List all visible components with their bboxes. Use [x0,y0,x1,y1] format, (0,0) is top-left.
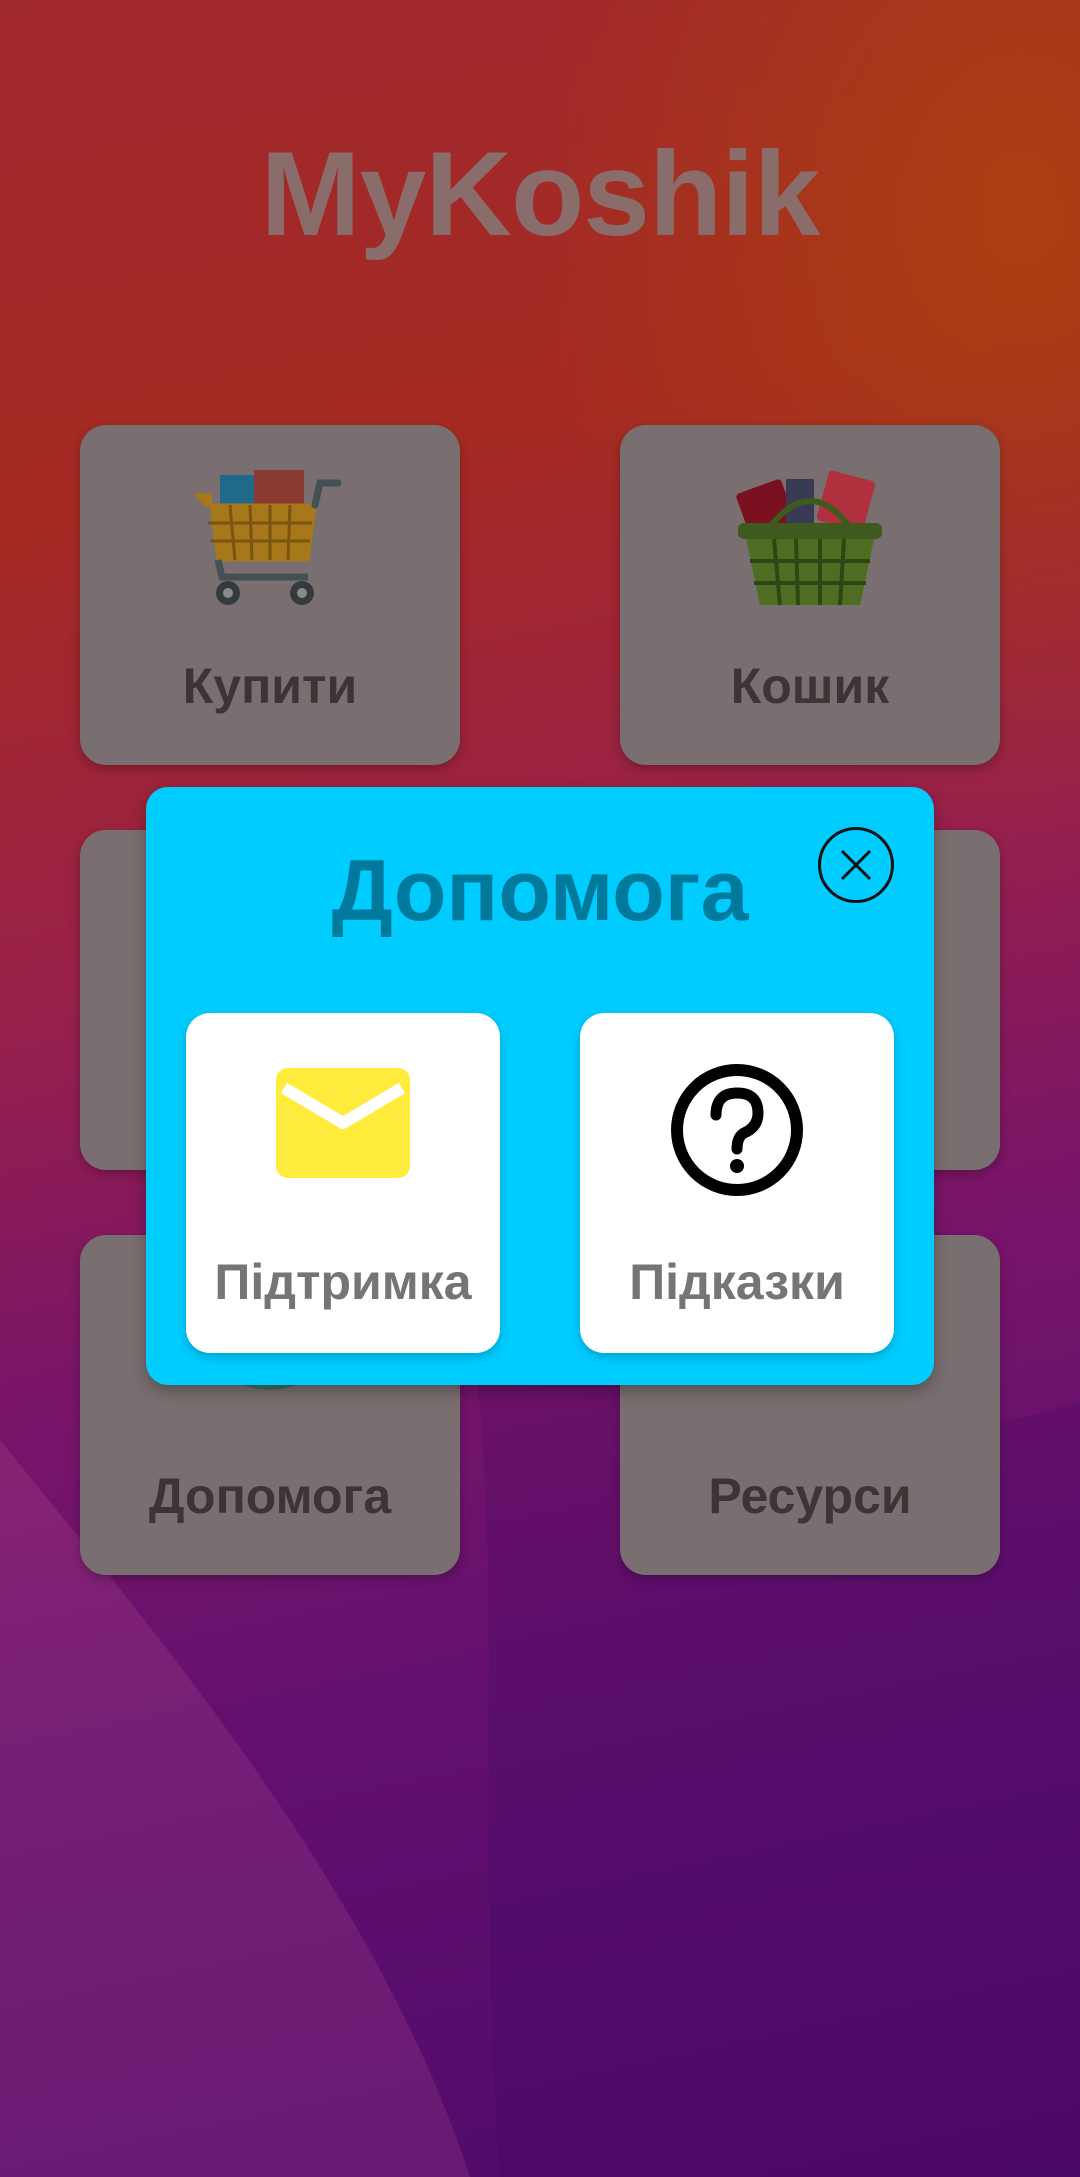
mail-icon [276,1068,410,1178]
support-button[interactable]: Підтримка [186,1013,500,1353]
tile-buy[interactable]: Купити [80,425,460,765]
close-button[interactable] [818,827,894,903]
tile-label: Ресурси [708,1468,912,1524]
tile-label: Кошик [730,658,890,714]
shopping-cart-icon [195,470,342,605]
option-label: Підказки [629,1254,845,1310]
dialog-title: Допомога [331,843,749,939]
close-icon [840,849,872,881]
tile-label: Купити [182,658,358,714]
basket-icon [736,470,882,606]
help-dialog: Допомога Підтримка Підказки [146,787,934,1385]
app-title: MyKoshik [260,127,821,261]
option-label: Підтримка [214,1254,472,1310]
tile-label: Допомога [148,1468,392,1524]
tile-basket[interactable]: Кошик [620,425,1000,765]
tips-button[interactable]: Підказки [580,1013,894,1353]
help-circle-icon [671,1064,803,1196]
